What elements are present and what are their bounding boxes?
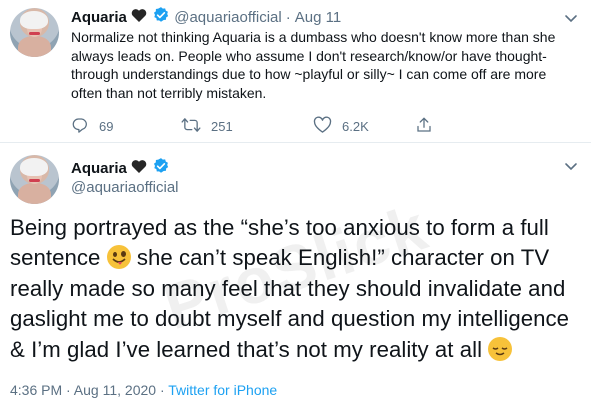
separator-dot: ·: [285, 9, 291, 27]
share-button[interactable]: [415, 116, 443, 137]
chevron-down-icon[interactable]: [563, 158, 579, 179]
retweet-button[interactable]: 251: [181, 116, 233, 137]
reply-count: 69: [99, 119, 114, 134]
tweet-text: Being portrayed as the “she’s too anxiou…: [10, 213, 585, 365]
tweet2-name-row: Aquaria: [71, 157, 170, 181]
tweet1-header: Aquaria @aquariaofficial · Aug 11: [71, 6, 341, 30]
author-handle[interactable]: @aquariaofficial: [71, 179, 179, 196]
share-icon: [415, 116, 443, 137]
like-button[interactable]: 6.2K: [313, 116, 369, 137]
retweet-count: 251: [211, 119, 233, 134]
like-icon: [313, 116, 342, 137]
reply-icon: [71, 116, 99, 137]
tweet-date[interactable]: Aug 11: [295, 9, 341, 26]
retweet-icon: [181, 116, 211, 137]
verified-badge-icon: [152, 6, 170, 30]
black-heart-icon: [131, 8, 147, 29]
like-count: 6.2K: [342, 119, 369, 134]
author-name[interactable]: Aquaria: [71, 9, 127, 26]
black-heart-icon: [131, 159, 147, 180]
tweet-source-link[interactable]: Twitter for iPhone: [168, 382, 277, 398]
tweet-text: Normalize not thinking Aquaria is a dumb…: [71, 29, 556, 101]
author-name[interactable]: Aquaria: [71, 160, 127, 177]
tweet-timestamp: 4:36 PM · Aug 11, 2020 · Twitter for iPh…: [10, 382, 277, 398]
timestamp-text[interactable]: 4:36 PM · Aug 11, 2020 ·: [10, 382, 168, 398]
author-handle[interactable]: @aquariaofficial: [174, 9, 282, 26]
verified-badge-icon: [152, 157, 170, 181]
relieved-face-emoji-icon: [488, 336, 513, 361]
tweet-actions: 69 251 6.2K: [71, 116, 491, 138]
zany-face-emoji-icon: [106, 245, 131, 270]
avatar[interactable]: [10, 8, 59, 57]
reply-button[interactable]: 69: [71, 116, 113, 137]
avatar[interactable]: [10, 155, 59, 204]
divider: [0, 142, 591, 143]
